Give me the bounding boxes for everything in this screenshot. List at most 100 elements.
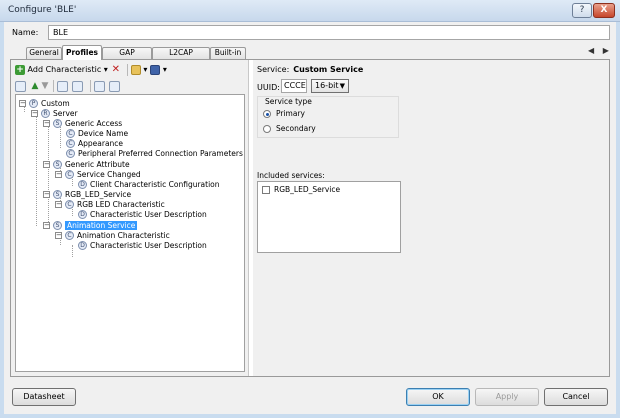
profile-icon: P: [29, 98, 38, 108]
copy-icon[interactable]: [57, 80, 68, 92]
tab-general[interactable]: General: [26, 47, 62, 59]
tree-node-label: Peripheral Preferred Connection Paramete…: [78, 148, 243, 158]
tab-scroll-arrows[interactable]: ◀ ▶: [588, 46, 612, 55]
collapse-toggle[interactable]: −: [43, 190, 50, 198]
plus-icon: +: [15, 64, 25, 75]
characteristic-icon: C: [65, 230, 74, 240]
collapse-toggle[interactable]: −: [19, 99, 26, 107]
tree-node[interactable]: − C Service Changed: [55, 169, 141, 179]
service-type-label: Service type: [264, 97, 313, 106]
radio-primary[interactable]: Primary: [263, 109, 305, 118]
close-button[interactable]: X: [593, 3, 615, 18]
collapse-toggle[interactable]: −: [55, 231, 62, 239]
service-icon: S: [53, 159, 62, 169]
uuid-field[interactable]: CCCE: [281, 79, 307, 93]
included-service-label: RGB_LED_Service: [274, 185, 341, 194]
descriptor-icon: D: [78, 209, 87, 219]
service-header: Service: Custom Service: [257, 65, 363, 74]
delete-button[interactable]: ✕: [111, 64, 121, 76]
uuid-label: UUID:: [257, 83, 280, 92]
title-bar: Configure 'BLE' ? X: [0, 0, 620, 22]
delete-icon: ✕: [111, 63, 120, 75]
profile-tree-pane: + Add Characteristic ▾ ✕ ▾ ▾ ▲ ▼ − P Cus…: [11, 60, 249, 376]
service-name: Custom Service: [293, 65, 364, 74]
window-title: Configure 'BLE': [8, 5, 77, 15]
descriptor-icon: D: [78, 179, 87, 189]
tree-node-selected[interactable]: − S Animation Service: [43, 220, 138, 230]
save-icon: [150, 64, 161, 75]
characteristic-icon: C: [65, 199, 74, 209]
add-characteristic-button[interactable]: + Add Characteristic ▾: [15, 64, 108, 76]
toolbar-separator: [126, 64, 128, 76]
radio-label: Secondary: [276, 124, 316, 133]
descriptor-icon: D: [78, 240, 87, 250]
tree-node[interactable]: − S Generic Access: [43, 118, 122, 128]
characteristic-icon: C: [66, 128, 75, 138]
save-button[interactable]: ▾: [150, 64, 167, 76]
open-button[interactable]: ▾: [130, 64, 148, 76]
included-service-item[interactable]: RGB_LED_Service: [262, 185, 340, 194]
profile-tree[interactable]: − P Custom − R Server − S Generic Access…: [15, 94, 245, 372]
chevron-down-icon: ▾: [162, 65, 167, 74]
name-field[interactable]: BLE: [48, 25, 610, 40]
tree-node[interactable]: C Peripheral Preferred Connection Parame…: [66, 148, 243, 158]
datasheet-button[interactable]: Datasheet: [12, 388, 76, 406]
tree-node[interactable]: − P Custom: [19, 98, 70, 108]
characteristic-icon: C: [66, 138, 75, 148]
checkbox[interactable]: [262, 185, 270, 194]
collapse-toggle[interactable]: −: [43, 221, 50, 229]
tab-l2cap-settings[interactable]: L2CAP Settings: [152, 47, 210, 67]
tree-node[interactable]: C Device Name: [66, 128, 128, 138]
uuid-size-select[interactable]: 16-bit ▼: [311, 79, 349, 93]
uuid-size-value: 16-bit: [315, 81, 339, 90]
tree-node[interactable]: − C Animation Characteristic: [55, 230, 170, 240]
chevron-down-icon: ▾: [143, 65, 148, 74]
tree-node-label: Client Characteristic Configuration: [90, 179, 220, 189]
tree-node-label: Characteristic User Description: [90, 240, 207, 250]
tree-node-label: Device Name: [78, 128, 129, 138]
help-button[interactable]: ?: [572, 3, 592, 18]
name-label: Name:: [12, 28, 39, 37]
move-down-icon[interactable]: ▼: [40, 81, 50, 91]
radio-selected-icon: [263, 109, 271, 118]
chevron-down-icon: ▾: [103, 65, 108, 74]
collapse-toggle[interactable]: −: [55, 200, 62, 208]
collapse-toggle[interactable]: −: [43, 160, 50, 168]
tree-node[interactable]: D Characteristic User Description: [78, 240, 207, 250]
radio-label: Primary: [276, 109, 305, 118]
tree-node[interactable]: − S RGB_LED_Service: [43, 189, 131, 199]
radio-secondary[interactable]: Secondary: [263, 124, 316, 133]
tree-node[interactable]: D Client Characteristic Configuration: [78, 179, 220, 189]
tree-node-label: RGB_LED_Service: [65, 189, 132, 199]
dialog-body: Name: BLE General Profiles GAP Settings …: [4, 22, 616, 414]
service-type-group: Service type Primary Secondary: [257, 96, 399, 138]
service-icon: S: [53, 189, 62, 199]
collapse-toggle[interactable]: −: [55, 170, 62, 178]
tree-node-label: Generic Attribute: [65, 159, 130, 169]
tab-profiles[interactable]: Profiles: [62, 45, 102, 60]
tree-node[interactable]: − S Generic Attribute: [43, 159, 130, 169]
tree-node[interactable]: C Appearance: [66, 138, 123, 148]
collapse-toggle[interactable]: −: [43, 119, 50, 127]
move-up-icon[interactable]: ▲: [30, 81, 40, 91]
tree-node-label: Animation Characteristic: [77, 230, 170, 240]
chevron-down-icon: ▼: [339, 82, 345, 90]
included-services-label: Included services:: [257, 171, 325, 180]
tab-built-in[interactable]: Built-in: [210, 47, 246, 59]
add-item-icon[interactable]: [15, 80, 26, 92]
tree-node-label: Custom: [41, 98, 70, 108]
collapse-toggle[interactable]: −: [31, 109, 38, 117]
service-icon: S: [53, 118, 62, 128]
apply-button: Apply: [475, 388, 539, 406]
tab-gap-settings[interactable]: GAP Settings: [102, 47, 152, 67]
collapse-all-icon[interactable]: [109, 80, 120, 92]
role-icon: R: [41, 108, 50, 118]
paste-icon[interactable]: [72, 80, 83, 92]
cancel-button[interactable]: Cancel: [544, 388, 608, 406]
tree-node[interactable]: − C RGB LED Characteristic: [55, 199, 165, 209]
tree-node[interactable]: D Characteristic User Description: [78, 209, 207, 219]
tree-node[interactable]: − R Server: [31, 108, 78, 118]
profiles-panel: + Add Characteristic ▾ ✕ ▾ ▾ ▲ ▼ − P Cus…: [10, 59, 610, 377]
expand-all-icon[interactable]: [94, 80, 105, 92]
ok-button[interactable]: OK: [406, 388, 470, 406]
